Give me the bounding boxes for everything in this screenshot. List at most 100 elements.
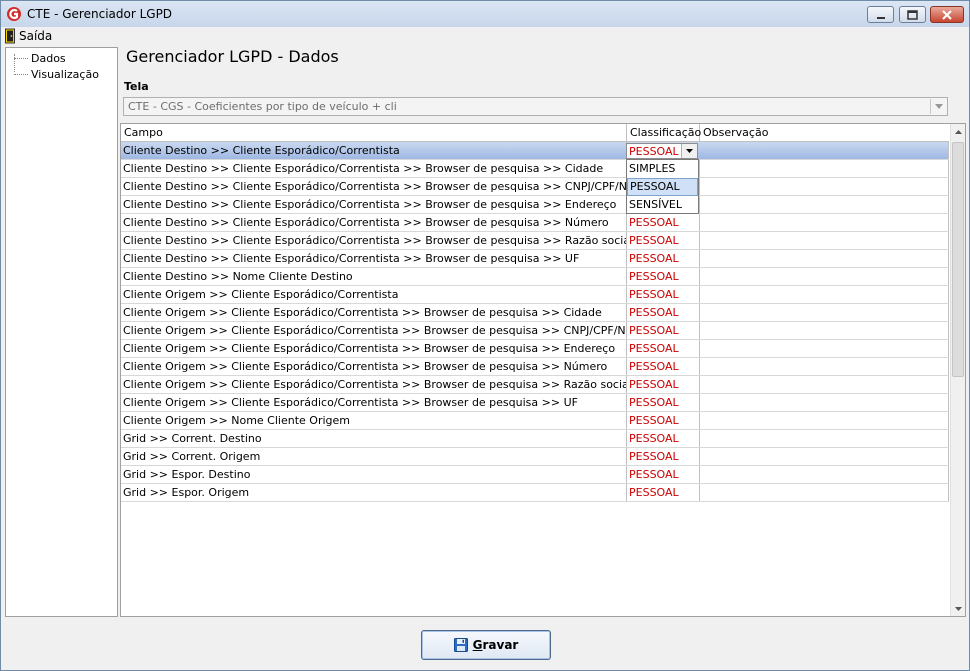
vertical-scrollbar[interactable] [950,124,965,616]
cell-campo[interactable]: Cliente Destino >> Cliente Esporádico/Co… [121,196,627,213]
column-header-classificacao[interactable]: Classificação [627,124,701,141]
table-row[interactable]: Grid >> Espor. Destino PESSOAL [121,466,949,484]
scroll-down-icon[interactable] [951,601,965,616]
table-row[interactable]: Cliente Origem >> Cliente Esporádico/Cor… [121,286,949,304]
dropdown-option-pessoal[interactable]: PESSOAL [627,178,698,196]
cell-campo[interactable]: Cliente Origem >> Cliente Esporádico/Cor… [121,358,627,375]
cell-campo[interactable]: Cliente Destino >> Cliente Esporádico/Co… [121,178,627,195]
cell-campo[interactable]: Cliente Destino >> Cliente Esporádico/Co… [121,232,627,249]
column-header-observacao[interactable]: Observação [700,124,949,141]
cell-observacao[interactable] [700,304,949,321]
cell-classificacao[interactable]: PESSOAL [627,358,700,375]
cell-classificacao[interactable]: PESSOAL [627,430,700,447]
cell-observacao[interactable] [700,286,949,303]
cell-classificacao[interactable]: PESSOAL [627,322,700,339]
scrollbar-thumb[interactable] [952,142,964,377]
cell-observacao[interactable] [700,214,949,231]
cell-campo[interactable]: Cliente Destino >> Cliente Esporádico/Co… [121,142,627,159]
cell-observacao[interactable] [700,232,949,249]
page-title: Gerenciador LGPD - Dados [126,47,339,66]
cell-classificacao[interactable]: PESSOAL [627,484,700,501]
cell-campo[interactable]: Cliente Origem >> Cliente Esporádico/Cor… [121,340,627,357]
cell-observacao[interactable] [700,340,949,357]
cell-classificacao[interactable]: PESSOAL [627,214,700,231]
cell-observacao[interactable] [700,484,949,501]
table-row[interactable]: Cliente Destino >> Cliente Esporádico/Co… [121,160,949,178]
chevron-down-icon[interactable] [930,99,946,114]
cell-classificacao[interactable]: PESSOAL [627,466,700,483]
cell-campo[interactable]: Cliente Origem >> Cliente Esporádico/Cor… [121,322,627,339]
menu-bar: Saída [1,27,969,45]
table-row[interactable]: Grid >> Espor. Origem PESSOAL [121,484,949,502]
table-row[interactable]: Cliente Origem >> Cliente Esporádico/Cor… [121,322,949,340]
classification-select[interactable]: PESSOAL [626,143,698,159]
column-header-campo[interactable]: Campo [121,124,627,141]
table-row[interactable]: Cliente Destino >> Cliente Esporádico/Co… [121,214,949,232]
table-row[interactable]: Cliente Origem >> Cliente Esporádico/Cor… [121,340,949,358]
cell-observacao[interactable] [700,412,949,429]
cell-campo[interactable]: Cliente Destino >> Cliente Esporádico/Co… [121,214,627,231]
cell-classificacao[interactable]: PESSOAL [627,412,700,429]
chevron-down-icon[interactable] [681,144,697,158]
cell-campo[interactable]: Cliente Origem >> Cliente Esporádico/Cor… [121,304,627,321]
cell-campo[interactable]: Cliente Destino >> Nome Cliente Destino [121,268,627,285]
cell-classificacao[interactable]: PESSOAL [627,448,700,465]
cell-observacao[interactable] [700,448,949,465]
cell-observacao[interactable] [700,466,949,483]
cell-classificacao[interactable]: PESSOAL [627,304,700,321]
table-row[interactable]: Cliente Origem >> Cliente Esporádico/Cor… [121,394,949,412]
table-row[interactable]: Cliente Origem >> Cliente Esporádico/Cor… [121,376,949,394]
cell-observacao[interactable] [700,142,949,159]
cell-classificacao[interactable]: PESSOAL [627,340,700,357]
cell-observacao[interactable] [700,268,949,285]
menu-exit[interactable]: Saída [5,27,52,45]
cell-campo[interactable]: Cliente Origem >> Nome Cliente Origem [121,412,627,429]
sidebar-item-dados[interactable]: Dados [14,51,66,65]
cell-campo[interactable]: Cliente Origem >> Cliente Esporádico/Cor… [121,394,627,411]
cell-observacao[interactable] [700,160,949,177]
cell-campo[interactable]: Cliente Destino >> Cliente Esporádico/Co… [121,160,627,177]
floppy-disk-icon [453,638,468,652]
cell-campo[interactable]: Cliente Origem >> Cliente Esporádico/Cor… [121,286,627,303]
table-row[interactable]: Cliente Origem >> Cliente Esporádico/Cor… [121,358,949,376]
save-button[interactable]: Gravar [421,630,551,660]
cell-classificacao[interactable]: PESSOAL [627,376,700,393]
scroll-up-icon[interactable] [951,124,965,139]
table-row[interactable]: Cliente Destino >> Cliente Esporádico/Co… [121,142,949,160]
close-button[interactable] [930,6,964,23]
tela-select[interactable]: CTE - CGS - Coeficientes por tipo de veí… [123,97,948,116]
table-row[interactable]: Cliente Destino >> Cliente Esporádico/Co… [121,250,949,268]
cell-classificacao[interactable]: PESSOAL [627,250,700,267]
cell-observacao[interactable] [700,430,949,447]
cell-observacao[interactable] [700,196,949,213]
cell-observacao[interactable] [700,394,949,411]
table-row[interactable]: Cliente Destino >> Cliente Esporádico/Co… [121,178,949,196]
cell-observacao[interactable] [700,250,949,267]
cell-campo[interactable]: Grid >> Espor. Destino [121,466,627,483]
table-row[interactable]: Cliente Origem >> Cliente Esporádico/Cor… [121,304,949,322]
sidebar-item-visualizacao[interactable]: Visualização [14,67,99,81]
cell-campo[interactable]: Grid >> Espor. Origem [121,484,627,501]
dropdown-option-sensivel[interactable]: SENSÍVEL [627,196,698,214]
cell-campo[interactable]: Cliente Destino >> Cliente Esporádico/Co… [121,250,627,267]
table-row[interactable]: Cliente Destino >> Cliente Esporádico/Co… [121,232,949,250]
table-row[interactable]: Cliente Origem >> Nome Cliente Origem PES… [121,412,949,430]
maximize-button[interactable] [899,6,926,23]
table-row[interactable]: Grid >> Corrent. Destino PESSOAL [121,430,949,448]
dropdown-option-simples[interactable]: SIMPLES [627,160,698,178]
cell-observacao[interactable] [700,358,949,375]
table-row[interactable]: Grid >> Corrent. Origem PESSOAL [121,448,949,466]
cell-classificacao[interactable]: PESSOAL [627,394,700,411]
minimize-button[interactable] [867,6,894,23]
cell-campo[interactable]: Grid >> Corrent. Origem [121,448,627,465]
cell-campo[interactable]: Grid >> Corrent. Destino [121,430,627,447]
cell-campo[interactable]: Cliente Origem >> Cliente Esporádico/Cor… [121,376,627,393]
cell-observacao[interactable] [700,376,949,393]
table-row[interactable]: Cliente Destino >> Cliente Esporádico/Co… [121,196,949,214]
cell-classificacao[interactable]: PESSOAL [627,286,700,303]
cell-classificacao[interactable]: PESSOAL [627,268,700,285]
table-row[interactable]: Cliente Destino >> Nome Cliente Destino P… [121,268,949,286]
cell-observacao[interactable] [700,178,949,195]
cell-classificacao[interactable]: PESSOAL [627,232,700,249]
cell-observacao[interactable] [700,322,949,339]
